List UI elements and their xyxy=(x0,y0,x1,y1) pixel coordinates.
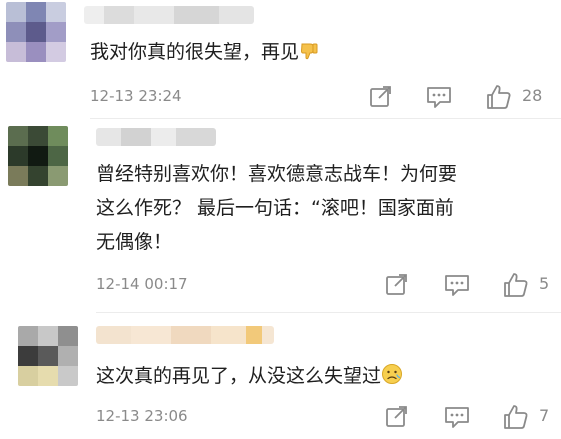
divider xyxy=(90,118,561,119)
comment-text-line: 曾经特别喜欢你！喜欢德意志战车！为何要 xyxy=(96,163,458,185)
comment-time: 12-13 23:24 xyxy=(90,87,182,105)
comment-text-line: 无偶像！ xyxy=(96,231,173,253)
comment-text-line: 这么作死？ 最后一句话：“滚吧！国家面前 xyxy=(96,197,454,219)
like-icon[interactable] xyxy=(501,402,531,432)
avatar[interactable] xyxy=(6,2,66,62)
avatar[interactable] xyxy=(8,126,68,186)
comment-item: 这次真的再见了，从没这么失望过 12-13 23:06 7 xyxy=(0,320,561,439)
comment-icon[interactable] xyxy=(442,270,472,300)
username[interactable] xyxy=(84,6,254,24)
avatar[interactable] xyxy=(18,326,78,386)
like-count: 5 xyxy=(539,274,550,293)
comment-item: 曾经特别喜欢你！喜欢德意志战车！为何要 这么作死？ 最后一句话：“滚吧！国家面前… xyxy=(0,120,561,320)
comment-time: 12-13 23:06 xyxy=(96,407,188,425)
share-icon[interactable] xyxy=(382,270,412,300)
comment-time: 12-14 00:17 xyxy=(96,275,188,293)
comment-icon[interactable] xyxy=(442,402,472,432)
comment-meta: 12-13 23:06 7 xyxy=(0,402,561,432)
comment-meta: 12-14 00:17 5 xyxy=(0,270,561,300)
share-icon[interactable] xyxy=(366,82,396,112)
username[interactable] xyxy=(96,128,216,146)
comment-meta: 12-13 23:24 28 xyxy=(0,82,561,112)
like-count: 7 xyxy=(539,406,550,425)
comment-text-content: 这次真的再见了，从没这么失望过 xyxy=(96,365,382,387)
like-icon[interactable] xyxy=(501,270,531,300)
comment-item: 我对你真的很失望，再见 12-13 23:24 28 xyxy=(0,0,561,120)
comment-text: 我对你真的很失望，再见 xyxy=(90,36,319,71)
comment-text-content: 我对你真的很失望，再见 xyxy=(90,41,300,63)
username[interactable] xyxy=(96,326,274,344)
divider xyxy=(96,312,561,313)
like-icon[interactable] xyxy=(484,82,514,112)
like-count: 28 xyxy=(522,86,543,105)
comment-text: 这次真的再见了，从没这么失望过 xyxy=(96,360,403,395)
disappointed-face-emoji xyxy=(381,363,403,395)
comment-icon[interactable] xyxy=(424,82,454,112)
share-icon[interactable] xyxy=(382,402,412,432)
thumbs-down-emoji xyxy=(299,39,319,71)
